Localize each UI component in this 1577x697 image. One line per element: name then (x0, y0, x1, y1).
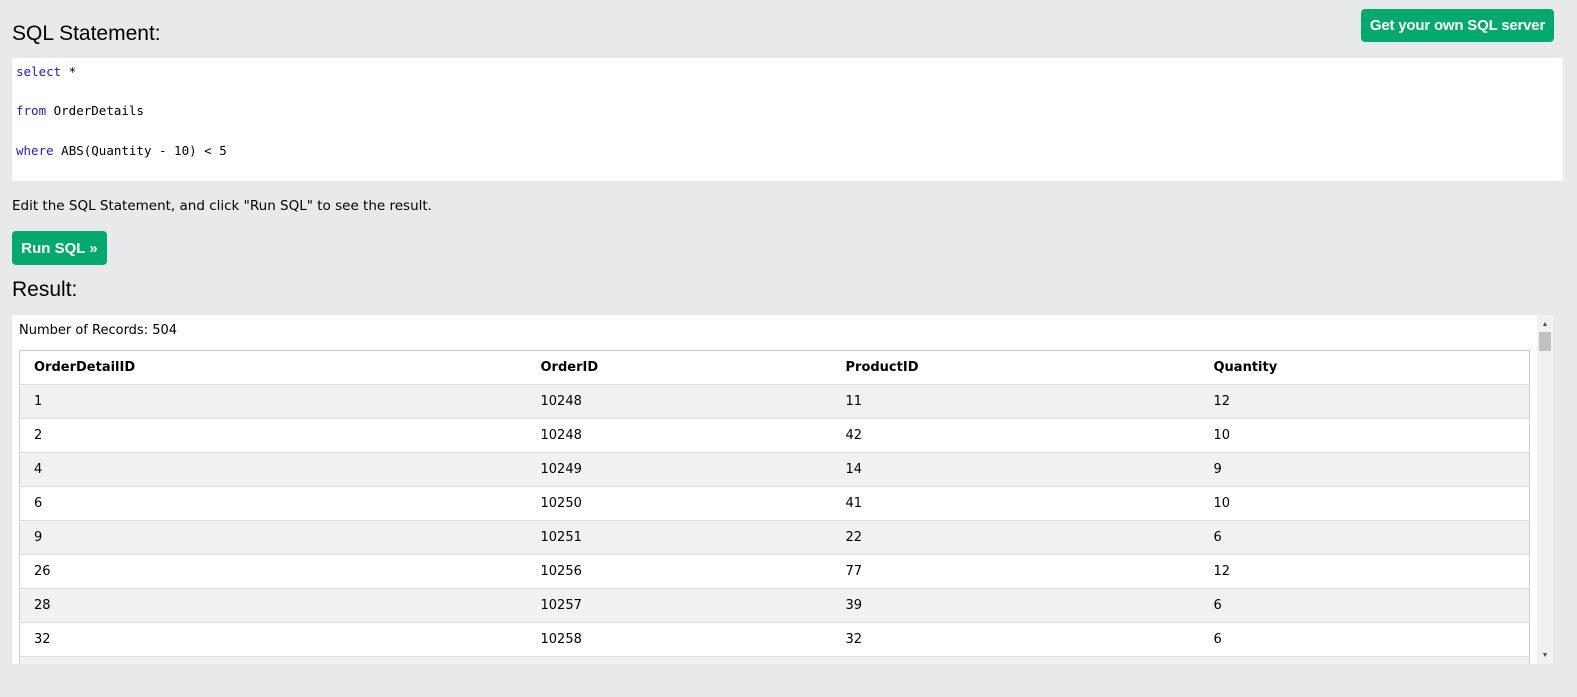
get-own-sql-server-button[interactable]: Get your own SQL server (1361, 9, 1554, 42)
scroll-up-arrow-icon[interactable]: ▲ (1537, 317, 1553, 331)
table-cell: 10251 (526, 520, 832, 555)
scroll-down-arrow-icon[interactable]: ▼ (1537, 648, 1553, 662)
code-text: OrderDetails (46, 103, 144, 118)
table-cell (19, 656, 527, 664)
table-row: 28 10257 39 6 (19, 588, 1530, 623)
table-cell: 4 (19, 452, 527, 487)
table-row: 32 10258 32 6 (19, 622, 1530, 657)
table-cell: 26 (19, 554, 527, 589)
code-line-1: select * (16, 65, 76, 79)
table-cell: 10258 (526, 622, 832, 657)
table-cell: 39 (831, 588, 1200, 623)
code-text: * (61, 64, 77, 79)
table-cell: 12 (1199, 554, 1530, 589)
table-cell: 10250 (526, 486, 832, 521)
table-cell: 9 (1199, 452, 1530, 487)
table-row (19, 656, 1530, 664)
table-cell (526, 656, 832, 664)
scroll-thumb[interactable] (1539, 332, 1551, 351)
table-cell: 32 (19, 622, 527, 657)
table-cell: 1 (19, 384, 527, 419)
table-cell: 6 (19, 486, 527, 521)
table-cell: 2 (19, 418, 527, 453)
table-cell: 12 (1199, 384, 1530, 419)
table-cell: 10 (1199, 486, 1530, 521)
table-cell: 10256 (526, 554, 832, 589)
table-cell: 6 (1199, 622, 1530, 657)
table-cell: 77 (831, 554, 1200, 589)
table-cell: 10257 (526, 588, 832, 623)
code-line-3: where ABS(Quantity - 10) < 5 (16, 144, 227, 158)
table-row: 2 10248 42 10 (19, 418, 1530, 453)
record-count: Number of Records: 504 (19, 323, 178, 338)
keyword-where: where (16, 143, 54, 158)
table-cell: 32 (831, 622, 1200, 657)
table-cell (831, 656, 1200, 664)
table-cell: 10248 (526, 384, 832, 419)
run-sql-button[interactable]: Run SQL » (12, 231, 107, 265)
table-cell: 11 (831, 384, 1200, 419)
column-header-orderdetailid: OrderDetailID (19, 350, 527, 385)
column-header-orderid: OrderID (526, 350, 832, 385)
table-row: 26 10256 77 12 (19, 554, 1530, 589)
table-cell: 22 (831, 520, 1200, 555)
column-header-productid: ProductID (831, 350, 1200, 385)
table-cell: 6 (1199, 588, 1530, 623)
table-cell: 10248 (526, 418, 832, 453)
table-cell: 28 (19, 588, 527, 623)
sql-editor[interactable]: select * from OrderDetails where ABS(Qua… (12, 58, 1563, 181)
keyword-select: select (16, 64, 62, 79)
code-text: ABS(Quantity - 10) < 5 (53, 143, 227, 158)
table-cell: 14 (831, 452, 1200, 487)
table-header-row: OrderDetailID OrderID ProductID Quantity (19, 350, 1530, 385)
sql-statement-heading: SQL Statement: (12, 22, 161, 45)
keyword-from: from (16, 103, 47, 118)
table-cell: 10249 (526, 452, 832, 487)
table-cell: 6 (1199, 520, 1530, 555)
table-row: 4 10249 14 9 (19, 452, 1530, 487)
result-scrollbar[interactable]: ▲ ▼ (1537, 315, 1553, 664)
table-cell: 41 (831, 486, 1200, 521)
table-cell (1199, 656, 1530, 664)
table-row: 1 10248 11 12 (19, 384, 1530, 419)
table-cell: 42 (831, 418, 1200, 453)
result-heading: Result: (12, 278, 78, 301)
code-line-2: from OrderDetails (16, 104, 144, 118)
column-header-quantity: Quantity (1199, 350, 1530, 385)
result-panel: Number of Records: 504 OrderDetailID Ord… (12, 315, 1553, 664)
table-row: 6 10250 41 10 (19, 486, 1530, 521)
result-table: OrderDetailID OrderID ProductID Quantity… (19, 350, 1530, 664)
instruction-text: Edit the SQL Statement, and click "Run S… (12, 198, 432, 214)
table-row: 9 10251 22 6 (19, 520, 1530, 555)
table-cell: 10 (1199, 418, 1530, 453)
table-cell: 9 (19, 520, 527, 555)
